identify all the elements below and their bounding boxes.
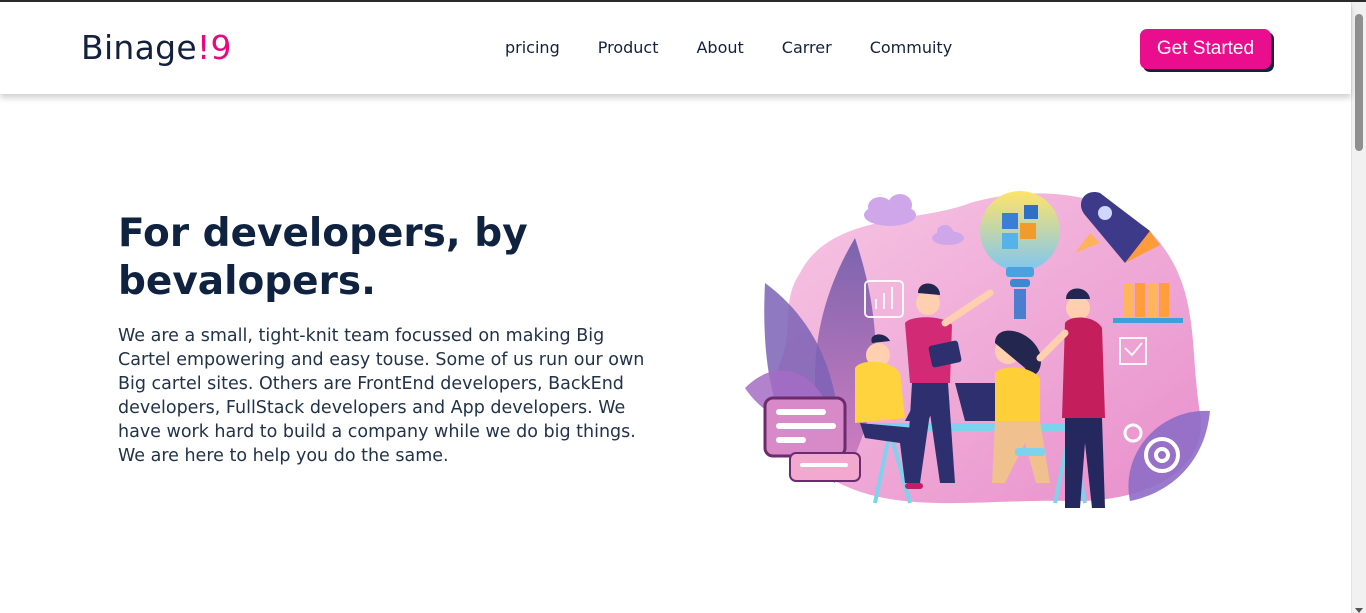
get-started-button[interactable]: Get Started xyxy=(1140,29,1271,69)
brand-logo[interactable]: Binage!9 xyxy=(81,28,232,68)
team-collaboration-illustration xyxy=(745,191,1210,508)
scrollbar-thumb[interactable] xyxy=(1355,14,1363,151)
logo-text: Binage xyxy=(81,28,197,67)
nav-links: pricing Product About Carrer Commuity xyxy=(486,37,971,59)
hero-title: For developers, by bevalopers. xyxy=(118,211,528,304)
nav-link-carrer[interactable]: Carrer xyxy=(763,37,851,59)
nav-link-commuity[interactable]: Commuity xyxy=(851,37,971,59)
chat-bubble-icon xyxy=(763,396,861,482)
nav-link-product[interactable]: Product xyxy=(579,37,678,59)
navbar: Binage!9 pricing Product About Carrer Co… xyxy=(0,2,1351,94)
nav-link-about[interactable]: About xyxy=(677,37,762,59)
scroll-down-arrow-icon[interactable] xyxy=(1355,608,1363,613)
nav-link-pricing[interactable]: pricing xyxy=(486,37,579,59)
hero-description: We are a small, tight-knit team focussed… xyxy=(118,326,645,466)
vertical-scrollbar[interactable] xyxy=(1351,2,1366,613)
logo-accent: !9 xyxy=(197,28,232,67)
